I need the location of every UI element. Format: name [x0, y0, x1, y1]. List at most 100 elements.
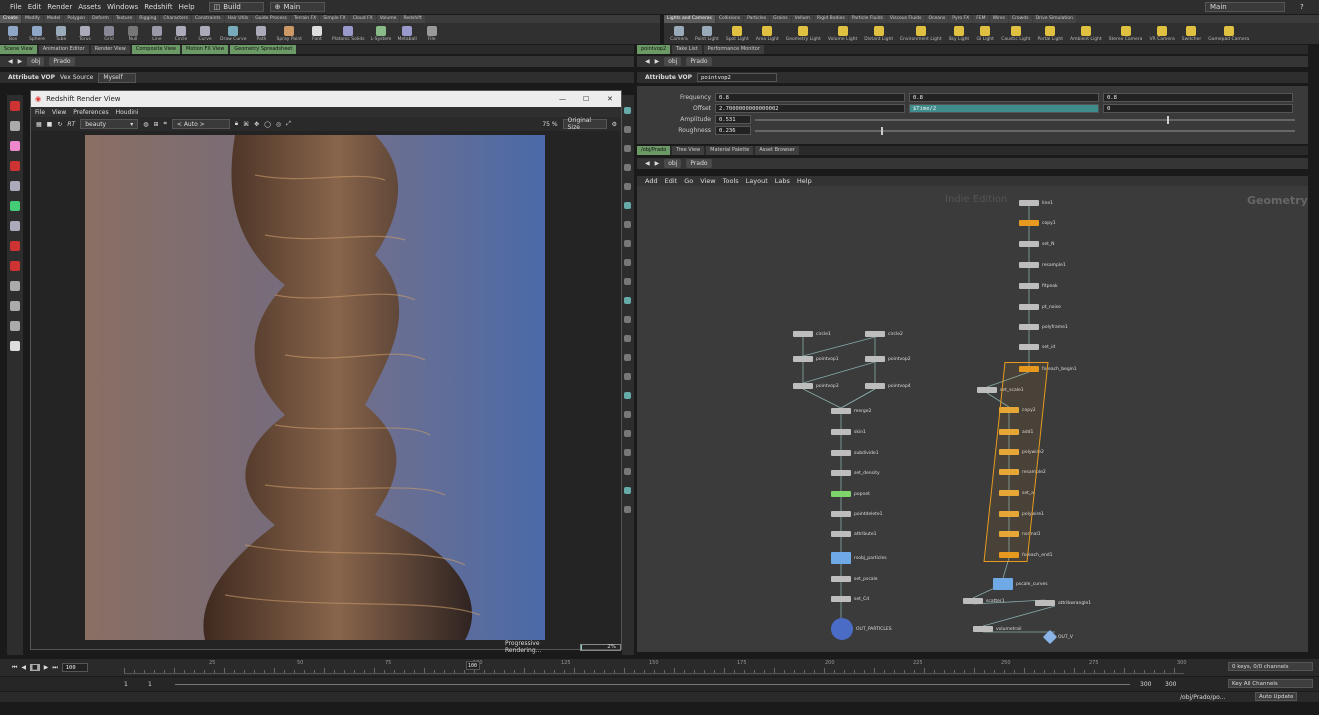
- network-node[interactable]: set_pscale: [831, 576, 878, 582]
- offset-x[interactable]: 2.7000000000000002: [715, 104, 905, 113]
- tool-volume-light[interactable]: Volume Light: [828, 25, 857, 42]
- network-node[interactable]: circle2: [865, 331, 903, 337]
- viewport-tool-icon[interactable]: [10, 241, 20, 251]
- viewport-tool-icon[interactable]: [10, 161, 20, 171]
- menu-file[interactable]: File: [10, 3, 22, 11]
- display-option-icon[interactable]: [624, 259, 631, 266]
- pixel-grid-icon[interactable]: ⌘: [243, 121, 249, 128]
- snapshot-icon[interactable]: ◍: [143, 121, 148, 128]
- network-menu-layout[interactable]: Layout: [746, 177, 768, 185]
- shelf-tab-vellum[interactable]: Vellum: [791, 15, 813, 23]
- tool-draw-curve[interactable]: Draw Curve: [220, 25, 246, 42]
- network-node[interactable]: set_id: [1019, 344, 1055, 350]
- shelf-tab-particle-fluids[interactable]: Particle Fluids: [848, 15, 886, 23]
- tool-spot-light[interactable]: Spot Light: [726, 25, 749, 42]
- network-node[interactable]: polyframe1: [1019, 324, 1068, 330]
- pane-tab-motion-fx-view[interactable]: Motion FX View: [182, 45, 229, 54]
- shelf-tab-rigging[interactable]: Rigging: [136, 15, 160, 23]
- shelf-tab-oceans[interactable]: Oceans: [925, 15, 949, 23]
- tool-metaball[interactable]: Metaball: [397, 25, 417, 42]
- shelf-tab-constraints[interactable]: Constraints: [191, 15, 224, 23]
- network-node[interactable]: pointvop4: [865, 383, 911, 389]
- range-end2[interactable]: 300: [1165, 681, 1176, 688]
- network-node[interactable]: pscale_curves: [993, 578, 1048, 590]
- desktop-select[interactable]: ◫ Build: [208, 2, 264, 12]
- tool-point-light[interactable]: Point Light: [695, 25, 719, 42]
- offset-z[interactable]: 0: [1103, 104, 1293, 113]
- pane-tab-performance-monitor[interactable]: Performance Monitor: [703, 45, 764, 54]
- viewport-tool-icon[interactable]: [10, 121, 20, 131]
- frequency-x[interactable]: 0.8: [715, 93, 905, 102]
- tool-environment-light[interactable]: Environment Light: [900, 25, 942, 42]
- range-end[interactable]: 300: [1140, 681, 1151, 688]
- roughness-field[interactable]: 0.236: [715, 126, 751, 135]
- tool-path[interactable]: Path: [252, 25, 270, 42]
- display-option-icon[interactable]: [624, 240, 631, 247]
- display-option-icon[interactable]: [624, 183, 631, 190]
- shelf-tab-volume[interactable]: Volume: [376, 15, 400, 23]
- roughness-slider[interactable]: [755, 126, 1295, 135]
- grid-icon[interactable]: ⊞: [153, 121, 158, 128]
- path-obj[interactable]: obj: [664, 159, 682, 168]
- back-arrow-icon[interactable]: ◀: [8, 58, 13, 65]
- path-node[interactable]: Prado: [686, 159, 712, 168]
- network-node[interactable]: merge2: [831, 408, 871, 414]
- network-tab-0[interactable]: /obj/Prado: [637, 146, 671, 155]
- network-node[interactable]: OUT_PARTICLES: [831, 618, 892, 640]
- network-node[interactable]: attribute1: [831, 531, 877, 537]
- display-option-icon[interactable]: [624, 411, 631, 418]
- tool-circle[interactable]: Circle: [172, 25, 190, 42]
- network-menu-view[interactable]: View: [700, 177, 715, 185]
- network-tab-2[interactable]: Material Palette: [706, 146, 754, 155]
- tool-box[interactable]: Box: [4, 25, 22, 42]
- network-node[interactable]: fitpeak: [1019, 283, 1058, 289]
- tool-spray-paint[interactable]: Spray Paint: [276, 25, 302, 42]
- tool-sky-light[interactable]: Sky Light: [949, 25, 969, 42]
- back-arrow-icon[interactable]: ◀: [645, 160, 650, 167]
- path-obj[interactable]: obj: [27, 57, 45, 66]
- network-node[interactable]: attribwrangle1: [1035, 600, 1091, 606]
- display-option-icon[interactable]: [624, 487, 631, 494]
- network-node[interactable]: pointvop3: [793, 383, 839, 389]
- stop-icon[interactable]: ■: [47, 121, 53, 128]
- shelf-tab-guide-process[interactable]: Guide Process: [252, 15, 290, 23]
- desktop-main-select[interactable]: ⊕ Main: [269, 2, 325, 12]
- tool-grid[interactable]: Grid: [100, 25, 118, 42]
- amplitude-slider[interactable]: [755, 115, 1295, 124]
- crop-icon[interactable]: ⌗: [164, 120, 167, 128]
- amplitude-field[interactable]: 0.531: [715, 115, 751, 124]
- tool-stereo-camera[interactable]: Stereo Camera: [1109, 25, 1142, 42]
- display-option-icon[interactable]: [624, 221, 631, 228]
- right-desktop-select[interactable]: Main: [1205, 2, 1285, 12]
- play-icon[interactable]: ▶: [44, 664, 49, 671]
- shelf-tab-pyro-fx[interactable]: Pyro FX: [949, 15, 973, 23]
- shelf-tab-redshift[interactable]: Redshift: [400, 15, 425, 23]
- network-node[interactable]: pointvop1: [793, 356, 839, 362]
- path-obj[interactable]: obj: [664, 57, 682, 66]
- fit-icon[interactable]: ⤢: [286, 120, 291, 128]
- pane-tab-take-list[interactable]: Take List: [672, 45, 702, 54]
- rs-menu-file[interactable]: File: [35, 109, 45, 116]
- lock-icon[interactable]: 🔒︎: [235, 120, 238, 128]
- size-select[interactable]: Original Size: [562, 117, 607, 131]
- shelf-tab-texture[interactable]: Texture: [112, 15, 136, 23]
- network-menu-go[interactable]: Go: [684, 177, 693, 185]
- pane-tab-geometry-spreadsheet[interactable]: Geometry Spreadsheet: [230, 45, 297, 54]
- shelf-tab-wires[interactable]: Wires: [989, 15, 1009, 23]
- range-start[interactable]: 1: [124, 681, 128, 688]
- tool-geometry-light[interactable]: Geometry Light: [786, 25, 821, 42]
- target-icon[interactable]: ◎: [276, 121, 281, 128]
- network-node[interactable]: scatter1: [963, 598, 1005, 604]
- network-node[interactable]: set_N: [1019, 241, 1055, 247]
- display-option-icon[interactable]: [624, 354, 631, 361]
- timeline-current-frame[interactable]: 100: [466, 661, 480, 670]
- display-option-icon[interactable]: [624, 449, 631, 456]
- tool-ambient-light[interactable]: Ambient Light: [1070, 25, 1102, 42]
- shelf-tab-crowds[interactable]: Crowds: [1009, 15, 1032, 23]
- menu-edit[interactable]: Edit: [28, 3, 42, 11]
- tool-curve[interactable]: Curve: [196, 25, 214, 42]
- circle-icon[interactable]: ◯: [264, 121, 271, 128]
- viewport-tool-icon[interactable]: [10, 281, 20, 291]
- shelf-tab-drive-simulation[interactable]: Drive Simulation: [1032, 15, 1076, 23]
- tool-tube[interactable]: Tube: [52, 25, 70, 42]
